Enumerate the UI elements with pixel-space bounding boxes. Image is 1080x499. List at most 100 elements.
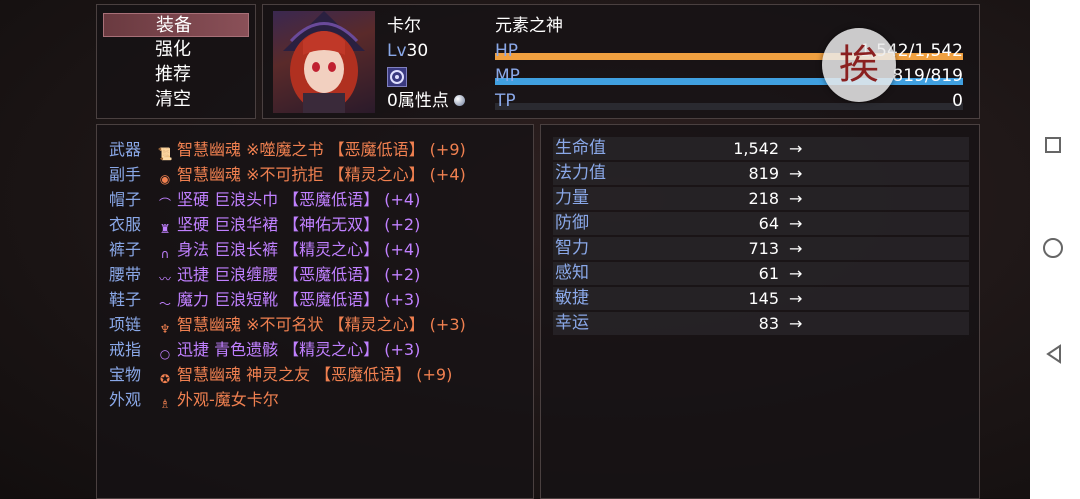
equipment-name: 魔力 巨浪短靴 【恶魔低语】 (+3): [177, 290, 421, 309]
attribute-points: 0属性点: [387, 90, 466, 112]
parameter-name: 感知: [555, 263, 589, 283]
parameter-name: 生命值: [555, 138, 606, 158]
parameter-row: 力量 218 →: [553, 187, 969, 210]
arrow-icon: →: [789, 314, 803, 333]
arrow-icon: →: [789, 239, 803, 258]
equipment-name: 坚硬 巨浪华裙 【神佑无双】 (+2): [177, 215, 421, 234]
parameter-name: 智力: [555, 238, 589, 258]
slot-label: 鞋子: [109, 290, 142, 309]
command-recommend[interactable]: 推荐: [103, 63, 249, 87]
parameter-row: 智力 713 →: [553, 237, 969, 260]
parameter-name: 敏捷: [555, 288, 589, 308]
command-window: 装备 强化 推荐 清空: [96, 4, 256, 119]
mp-value: 819/819: [892, 66, 963, 86]
boots-icon: 〜: [158, 297, 171, 311]
arrow-icon: →: [789, 139, 803, 158]
equipment-slot-row[interactable]: 腰带 〰迅捷 巨浪缠腰 【恶魔低语】 (+2): [109, 262, 420, 287]
game-screen: 装备 强化 推荐 清空 卡尔 元素之神 Lv30 0属性点 HP 1,542/1…: [0, 0, 1030, 499]
pants-icon: ∩: [160, 247, 170, 261]
arrow-icon: →: [789, 214, 803, 233]
slot-label: 武器: [109, 140, 142, 159]
parameter-name: 防御: [555, 213, 589, 233]
slot-label: 副手: [109, 165, 142, 184]
parameter-row: 防御 64 →: [553, 212, 969, 235]
equipment-slot-row[interactable]: 项链 ♆ 智慧幽魂 ※不可名状 【精灵之心】 (+3): [109, 312, 466, 337]
orb-icon: [454, 95, 466, 106]
parameter-value: 145: [748, 289, 779, 308]
parameter-value: 218: [748, 189, 779, 208]
level-label: Lv: [387, 41, 407, 61]
level-value: 30: [406, 41, 429, 61]
equipment-name: 智慧幽魂 ※不可名状 【精灵之心】 (+3): [177, 315, 466, 334]
slot-label: 帽子: [109, 190, 142, 209]
parameter-window: 生命值 1,542 → 法力值 819 → 力量 218 → 防御 64 → 智力 713 → 感知 61 → 敏捷…: [540, 124, 980, 499]
equipment-slot-row[interactable]: 戒指 ○ 迅捷 青色遗骸 【精灵之心】 (+3): [109, 337, 420, 362]
parameter-value: 1,542: [733, 139, 779, 158]
equipment-name: 身法 巨浪长裤 【精灵之心】 (+4): [177, 240, 421, 259]
equipment-name: 迅捷 巨浪缠腰 【恶魔低语】 (+2): [177, 265, 421, 284]
back-icon[interactable]: [1046, 344, 1062, 368]
orb-icon: ◉: [159, 172, 171, 186]
slot-label: 宝物: [109, 365, 142, 384]
equipment-slot-row[interactable]: 裤子 ∩ 身法 巨浪长裤 【精灵之心】 (+4): [109, 237, 420, 262]
slot-label: 戒指: [109, 340, 142, 359]
arrow-icon: →: [789, 164, 803, 183]
equipment-window: 武器 📜 智慧幽魂 ※噬魔之书 【恶魔低语】 (+9) 副手 ◉ 智慧幽魂 ※不可抗拒 【…: [96, 124, 534, 499]
slot-label: 裤子: [109, 240, 142, 259]
equipment-name: 智慧幽魂 神灵之友 【恶魔低语】 (+9): [177, 365, 453, 384]
slot-label: 外观: [109, 390, 142, 409]
recent-apps-icon[interactable]: [1045, 137, 1061, 153]
arrow-icon: →: [789, 189, 803, 208]
equipment-slot-row[interactable]: 外观 ♗ 外观-魔女卡尔: [109, 387, 279, 412]
home-icon[interactable]: [1043, 238, 1063, 258]
command-equip[interactable]: 装备: [103, 13, 249, 37]
tp-label: TP: [495, 91, 516, 111]
actor-portrait: [273, 11, 375, 113]
attribute-points-text: 0属性点: [387, 91, 449, 111]
parameter-row: 法力值 819 →: [553, 162, 969, 185]
command-label: 推荐: [155, 64, 191, 85]
stamp-glyph: 挨: [839, 42, 879, 88]
mp-label: MP: [495, 66, 520, 86]
ring-icon: ○: [159, 347, 171, 361]
parameter-value: 819: [748, 164, 779, 183]
equipment-slot-row[interactable]: 衣服 ♜ 坚硬 巨浪华裙 【神佑无双】 (+2): [109, 212, 420, 237]
robe-icon: ♜: [159, 222, 171, 236]
state-icon: [387, 67, 407, 87]
equipment-name: 迅捷 青色遗骸 【精灵之心】 (+3): [177, 340, 421, 359]
actor-class: 元素之神: [495, 16, 563, 36]
parameter-value: 713: [748, 239, 779, 258]
floating-stamp-button[interactable]: 挨: [822, 28, 896, 102]
parameter-name: 力量: [555, 188, 589, 208]
slot-label: 腰带: [109, 265, 142, 284]
parameter-row: 感知 61 →: [553, 262, 969, 285]
parameter-row: 敏捷 145 →: [553, 287, 969, 310]
parameter-value: 61: [758, 264, 779, 283]
tp-gauge-track: [495, 103, 963, 110]
parameter-value: 83: [758, 314, 779, 333]
equipment-name: 外观-魔女卡尔: [177, 390, 279, 409]
hp-label: HP: [495, 41, 519, 61]
equipment-slot-row[interactable]: 武器 📜 智慧幽魂 ※噬魔之书 【恶魔低语】 (+9): [109, 137, 466, 162]
command-clear[interactable]: 清空: [103, 88, 249, 112]
costume-icon: ♗: [159, 397, 171, 411]
equipment-slot-row[interactable]: 鞋子 〜魔力 巨浪短靴 【恶魔低语】 (+3): [109, 287, 420, 312]
equipment-name: 智慧幽魂 ※噬魔之书 【恶魔低语】 (+9): [177, 140, 466, 159]
hat-icon: ⌒: [158, 197, 171, 211]
equipment-slot-row[interactable]: 宝物 ✪ 智慧幽魂 神灵之友 【恶魔低语】 (+9): [109, 362, 452, 387]
tp-value: 0: [952, 91, 963, 111]
arrow-icon: →: [789, 264, 803, 283]
slot-label: 衣服: [109, 215, 142, 234]
equipment-name: 智慧幽魂 ※不可抗拒 【精灵之心】 (+4): [177, 165, 466, 184]
treasure-icon: ✪: [159, 372, 171, 386]
command-label: 清空: [155, 89, 191, 110]
belt-icon: 〰: [158, 272, 171, 286]
equipment-slot-row[interactable]: 帽子 ⌒ 坚硬 巨浪头巾 【恶魔低语】 (+4): [109, 187, 420, 212]
equipment-slot-row[interactable]: 副手 ◉ 智慧幽魂 ※不可抗拒 【精灵之心】 (+4): [109, 162, 466, 187]
command-label: 装备: [156, 15, 192, 36]
parameter-name: 法力值: [555, 163, 606, 183]
parameter-row: 生命值 1,542 →: [553, 137, 969, 160]
command-enhance[interactable]: 强化: [103, 38, 249, 62]
parameter-row: 幸运 83 →: [553, 312, 969, 335]
command-label: 强化: [155, 39, 191, 60]
